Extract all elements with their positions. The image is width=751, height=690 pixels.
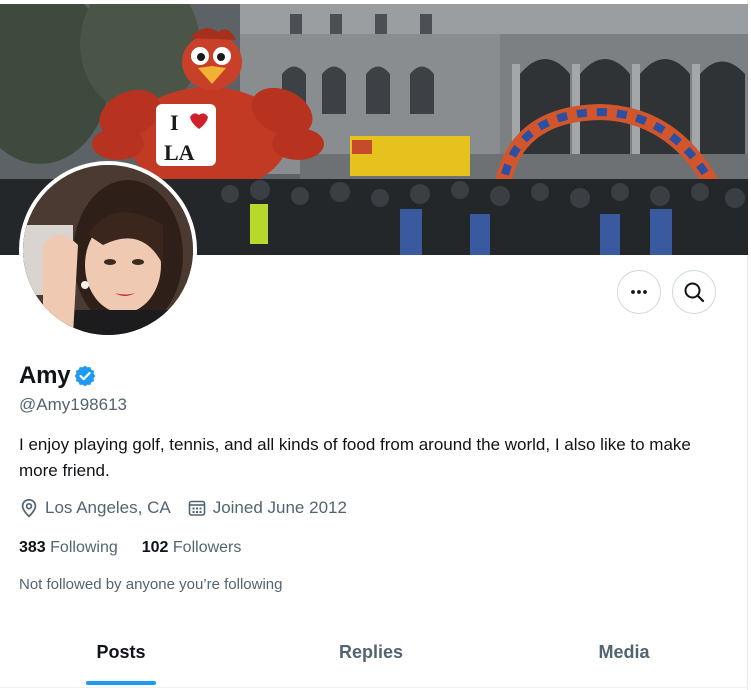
following-count: 383 <box>19 539 46 556</box>
avatar-photo <box>23 165 193 335</box>
social-context: Not followed by anyone you’re following <box>19 576 283 593</box>
tab-replies-label: Replies <box>338 642 404 662</box>
profile-handle: @Amy198613 <box>19 395 127 414</box>
joined-text: Joined June 2012 <box>212 498 347 517</box>
profile-page: I LA Amy @Amy198613 I enjoy playing golf… <box>0 0 748 690</box>
tab-replies[interactable]: Replies <box>242 622 500 687</box>
display-name: Amy <box>19 362 71 389</box>
followers-count: 102 <box>141 539 169 556</box>
search-profile-button[interactable] <box>672 270 716 314</box>
verified-badge-icon[interactable] <box>74 365 96 387</box>
following-label: Following <box>50 539 118 556</box>
banner-sign-i: I <box>170 110 179 135</box>
tab-posts-label: Posts <box>96 642 146 662</box>
joined-item: Joined June 2012 <box>187 498 347 518</box>
profile-avatar[interactable] <box>19 161 197 339</box>
name-row: Amy <box>19 359 96 393</box>
profile-meta: Los Angeles, CA Joined June 2012 <box>19 498 363 518</box>
tab-media-label: Media <box>598 642 650 662</box>
ellipsis-icon <box>629 282 649 302</box>
profile-tabs: Posts Replies Media <box>0 622 748 688</box>
followers-label: Followers <box>172 539 242 556</box>
banner-sign-la: LA <box>164 140 195 165</box>
location-text: Los Angeles, CA <box>45 498 171 517</box>
profile-bio: I enjoy playing golf, tennis, and all ki… <box>19 435 691 480</box>
tab-posts[interactable]: Posts <box>0 622 242 687</box>
following-link[interactable]: 383 Following <box>19 539 118 557</box>
calendar-icon <box>187 498 213 518</box>
tab-media[interactable]: Media <box>500 622 748 687</box>
follow-stats: 383 Following 102 Followers <box>19 539 265 557</box>
active-tab-indicator <box>86 681 156 685</box>
search-icon <box>683 281 705 303</box>
location-pin-icon <box>19 498 45 518</box>
followers-link[interactable]: 102 Followers <box>142 539 242 557</box>
more-options-button[interactable] <box>617 270 661 314</box>
location-item: Los Angeles, CA <box>19 498 171 518</box>
